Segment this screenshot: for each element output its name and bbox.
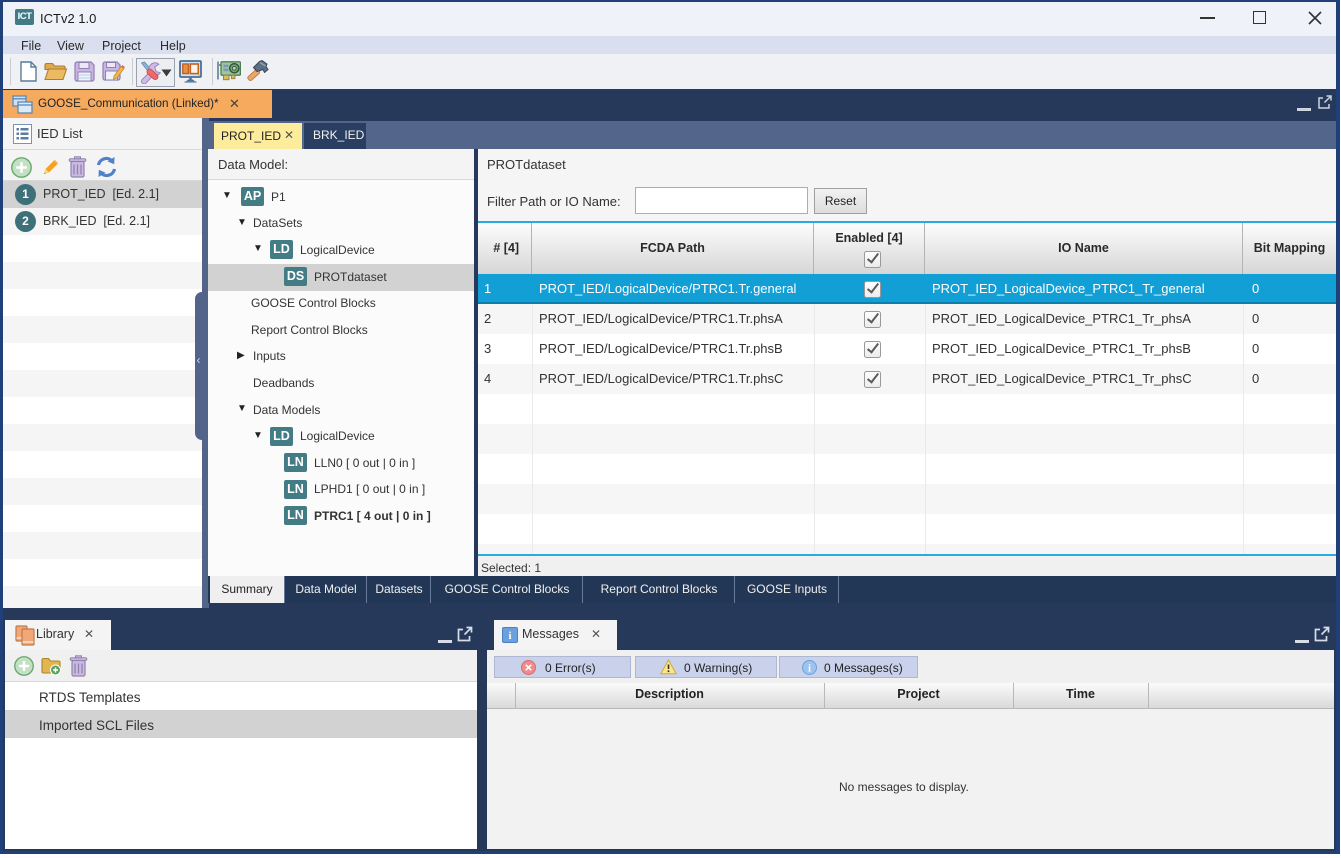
svg-text:i: i: [808, 664, 811, 675]
svg-text:i: i: [508, 630, 511, 642]
